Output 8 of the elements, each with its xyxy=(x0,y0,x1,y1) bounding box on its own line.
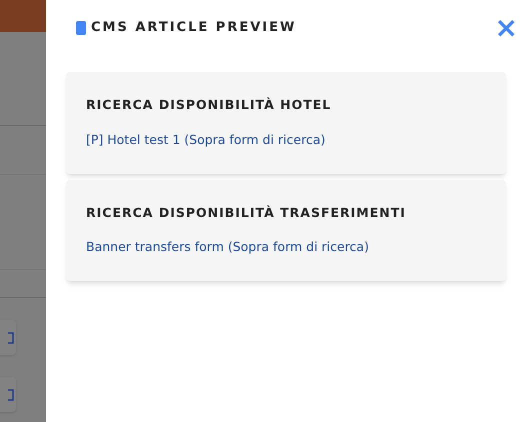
article-link[interactable]: [P] Hotel test 1 (Sopra form di ricerca) xyxy=(86,130,486,150)
article-link[interactable]: Banner transfers form (Sopra form di ricerca) xyxy=(86,238,486,257)
close-button[interactable]: × xyxy=(494,14,518,42)
panel-title: CMS ARTICLE PREVIEW xyxy=(91,19,296,38)
article-heading: RICERCA DISPONIBILITÀ HOTEL xyxy=(86,96,332,114)
title-marker xyxy=(76,21,86,35)
header-bar xyxy=(0,0,46,32)
article-heading: RICERCA DISPONIBILITÀ TRASFERIMENTI xyxy=(86,204,407,222)
